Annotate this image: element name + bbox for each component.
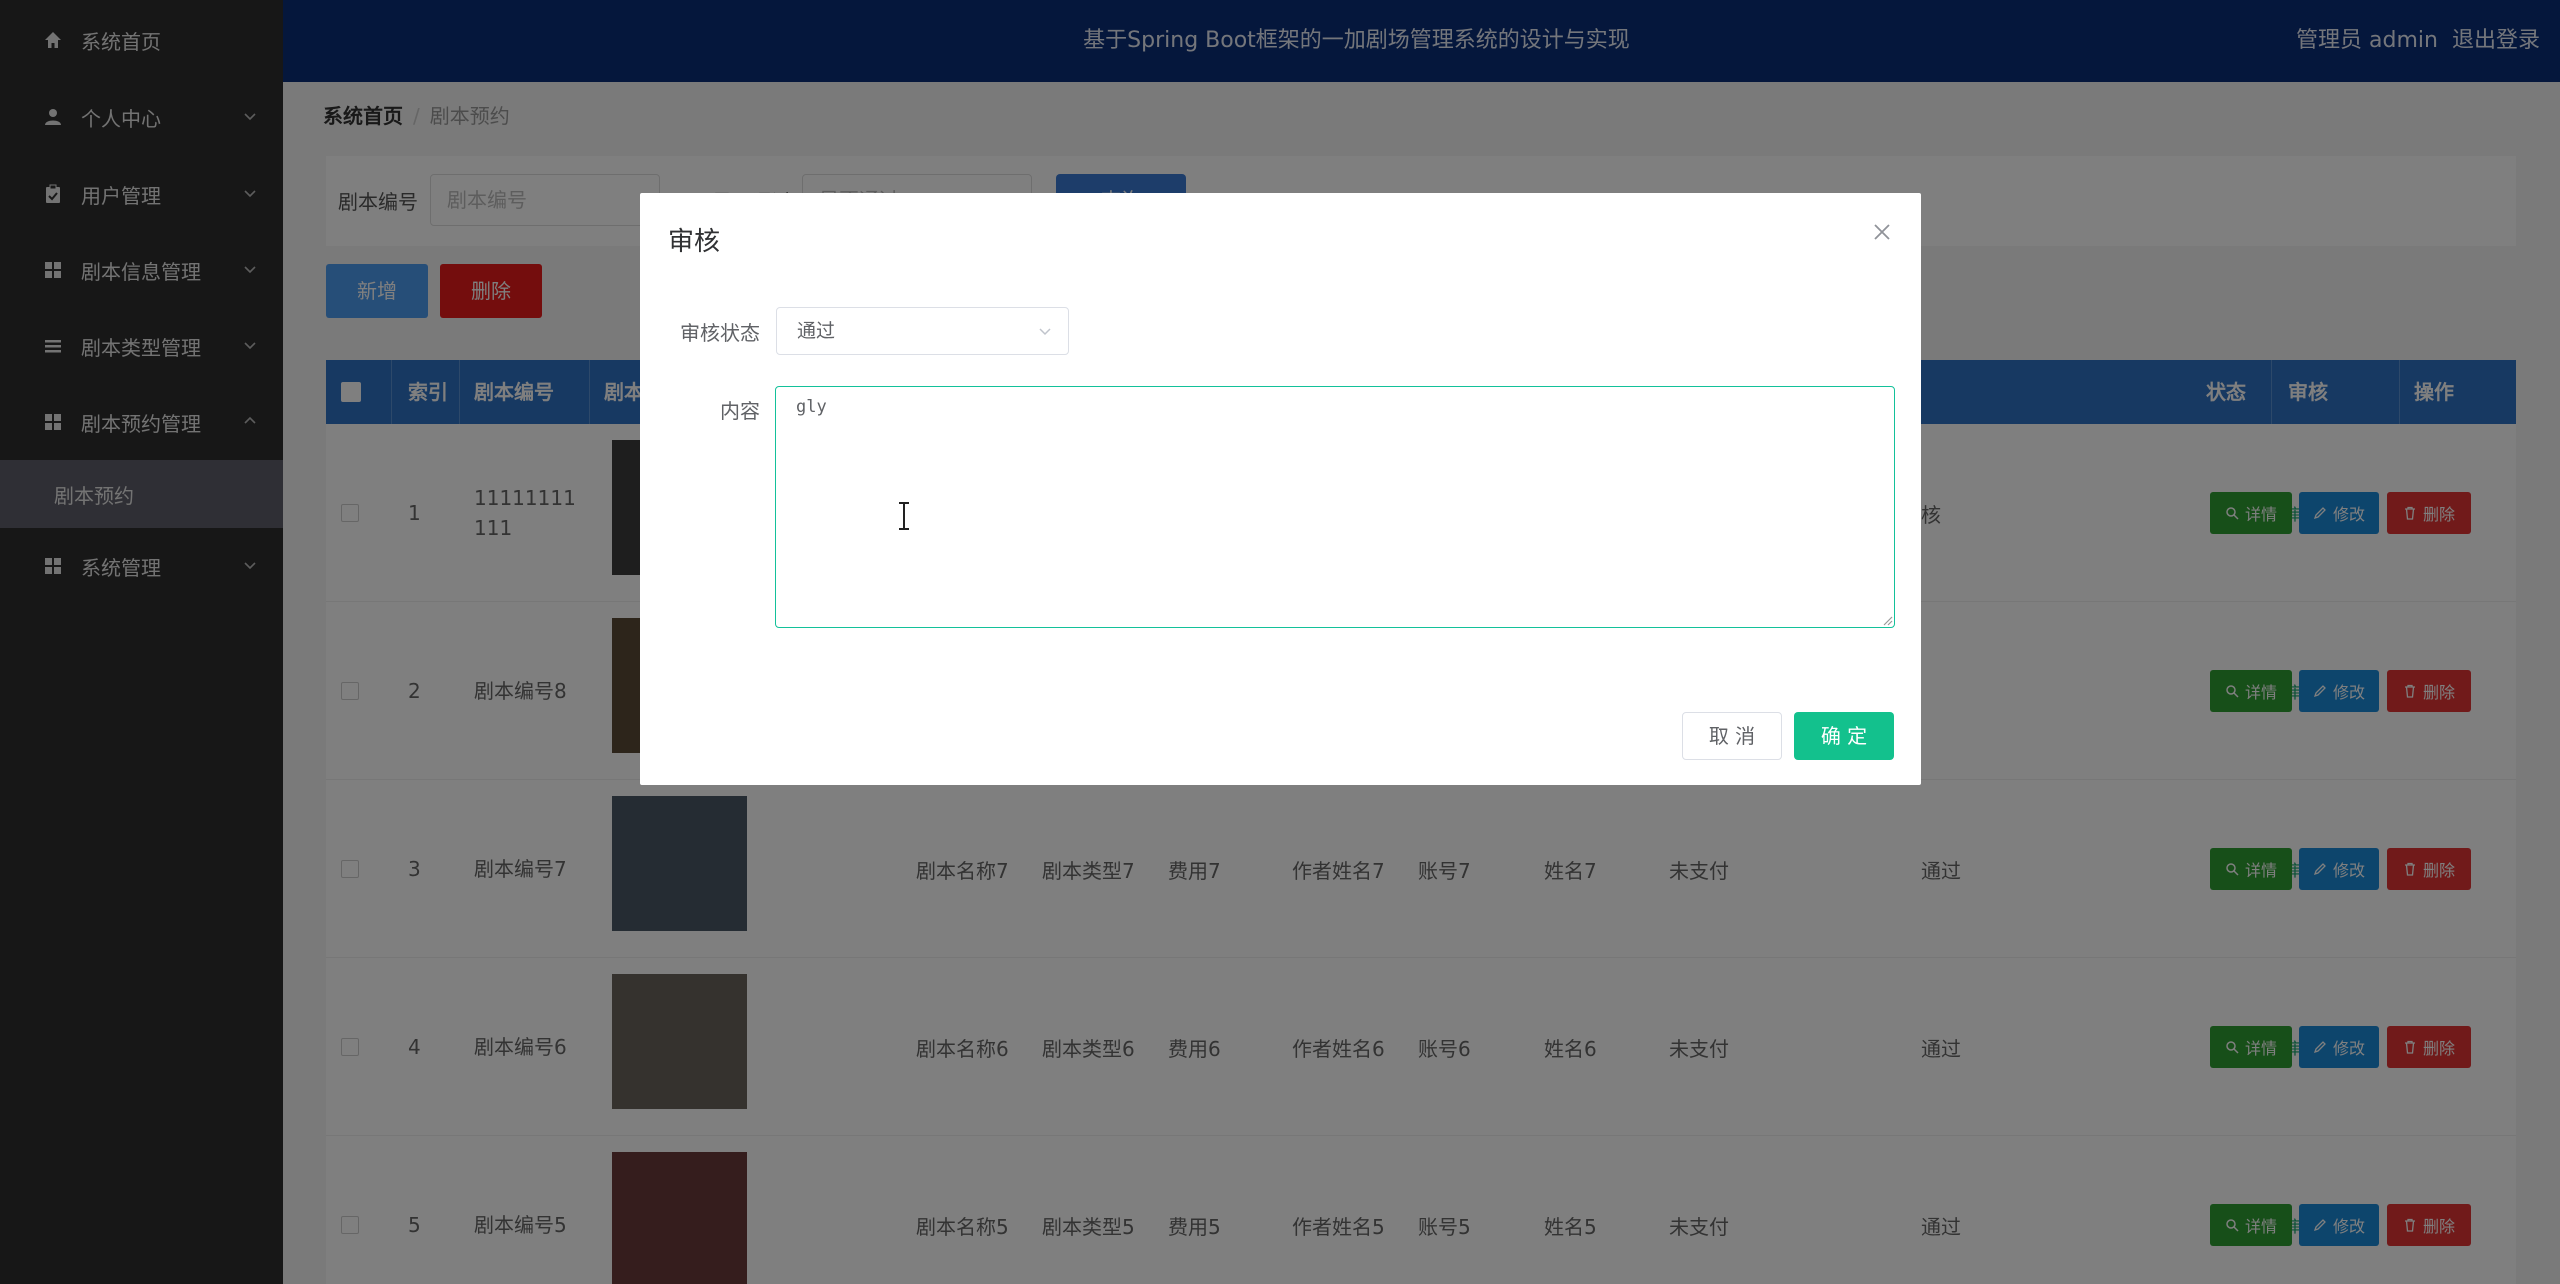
cancel-button[interactable]: 取 消	[1682, 712, 1782, 760]
content-label: 内容	[720, 399, 760, 423]
review-dialog: 审核 审核状态 通过 内容 取 消 确 定	[640, 193, 1921, 785]
resize-handle-icon[interactable]	[1881, 614, 1893, 626]
status-label: 审核状态	[680, 321, 760, 345]
chevron-down-icon	[1039, 328, 1051, 336]
status-select-value: 通过	[797, 320, 836, 342]
text-cursor-icon	[899, 502, 909, 530]
confirm-button[interactable]: 确 定	[1794, 712, 1894, 760]
status-select[interactable]: 通过	[776, 307, 1069, 355]
dialog-title: 审核	[668, 227, 721, 257]
close-icon[interactable]	[1871, 221, 1893, 243]
content-textarea[interactable]	[775, 386, 1895, 628]
